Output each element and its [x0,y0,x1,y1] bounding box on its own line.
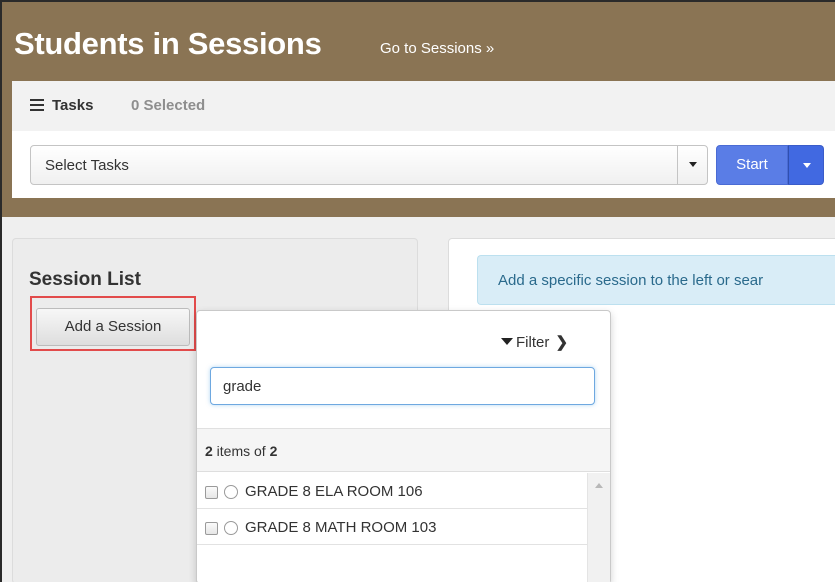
chevron-down-icon [803,163,811,168]
filter-icon [501,337,513,345]
page-header: Students in Sessions Go to Sessions » Ta… [2,2,835,217]
chevron-down-icon [689,162,697,167]
scroll-up-arrow-icon[interactable] [595,483,603,488]
result-count: 2 items of 2 [205,443,278,459]
tasks-panel: Tasks 0 Selected Select Tasks Start [12,81,835,198]
select-tasks-dropdown[interactable]: Select Tasks [30,145,708,185]
tasks-bar: Tasks 0 Selected [12,81,835,131]
app-frame: Students in Sessions Go to Sessions » Ta… [0,0,835,582]
info-alert: Add a specific session to the left or se… [477,255,835,305]
session-search-popup: Filter ❯ 2 items of 2 GRADE 8 ELA ROOM 1… [196,310,611,582]
start-dropdown-toggle[interactable] [788,145,824,185]
page-title: Students in Sessions [14,26,322,61]
add-session-button[interactable]: Add a Session [36,308,190,346]
select-tasks-toggle[interactable] [677,146,707,184]
filter-label: Filter [516,334,550,351]
start-button[interactable]: Start [716,145,788,185]
tasks-list-icon [30,99,44,111]
row-radio[interactable] [224,485,238,499]
session-results-list: GRADE 8 ELA ROOM 106 GRADE 8 MATH ROOM 1… [197,473,587,545]
row-checkbox[interactable] [205,486,218,499]
result-count-bar: 2 items of 2 [197,428,610,472]
session-name: GRADE 8 ELA ROOM 106 [245,483,423,500]
tasks-label: Tasks [52,97,94,114]
session-name: GRADE 8 MATH ROOM 103 [245,519,437,536]
session-list-title: Session List [29,269,141,290]
session-search-input[interactable] [210,367,595,405]
row-radio[interactable] [224,521,238,535]
list-item[interactable]: GRADE 8 MATH ROOM 103 [197,509,587,545]
list-scrollbar[interactable] [587,473,610,582]
filter-toggle[interactable]: Filter ❯ [501,333,568,351]
row-checkbox[interactable] [205,522,218,535]
chevron-right-icon: ❯ [555,334,569,351]
select-tasks-value: Select Tasks [45,157,129,174]
go-to-sessions-link[interactable]: Go to Sessions » [380,40,494,57]
tasks-selected-count: 0 Selected [131,97,206,114]
list-item[interactable]: GRADE 8 ELA ROOM 106 [197,473,587,509]
info-message: Add a specific session to the left or se… [498,272,764,289]
